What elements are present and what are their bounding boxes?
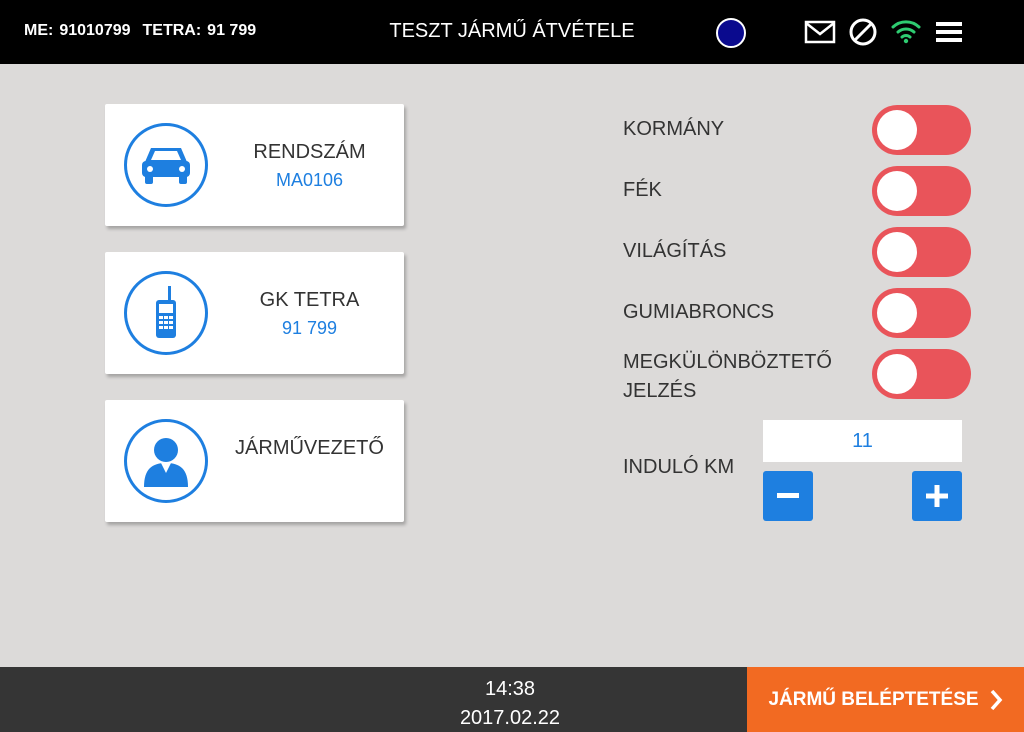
check-label-steering: KORMÁNY xyxy=(623,118,725,140)
tetra-label: TETRA: xyxy=(142,22,202,39)
menu-icon[interactable] xyxy=(933,16,965,48)
plus-icon xyxy=(926,485,948,507)
start-km-input[interactable] xyxy=(763,420,962,462)
decrement-button[interactable] xyxy=(763,471,813,521)
toggle-lighting[interactable] xyxy=(872,227,971,277)
chevron-right-icon xyxy=(990,689,1002,710)
minus-icon xyxy=(777,493,799,498)
tetra-value: 91 799 xyxy=(281,318,338,338)
toggle-tires[interactable] xyxy=(872,288,971,338)
tetra-value: 91 799 xyxy=(207,22,257,39)
toggle-knob xyxy=(877,110,917,150)
driver-label: JÁRMŰVEZETŐ xyxy=(235,437,384,459)
toggle-brake[interactable] xyxy=(872,166,971,216)
radio-icon xyxy=(124,271,208,355)
check-label-lighting: VILÁGÍTÁS xyxy=(623,240,727,262)
toggle-steering[interactable] xyxy=(872,105,971,155)
status-indicator[interactable] xyxy=(716,18,746,48)
driver-icon xyxy=(124,419,208,503)
check-label-emergency-signal: MEGKÜLÖNBÖZTETŐ JELZÉS xyxy=(623,351,832,402)
start-km-label: INDULÓ KM xyxy=(623,456,735,478)
top-bar: ME: 91010799 TETRA: 91 799 TESZT JÁRMŰ ÁTVÉ… xyxy=(0,0,1024,64)
check-label-brake: FÉK xyxy=(623,179,662,201)
vehicle-checkin-button[interactable]: JÁRMŰ BELÉPTETÉSE xyxy=(747,667,1024,732)
tetra-card[interactable]: GK TETRA 91 799 xyxy=(105,252,404,374)
tetra-label: GK TETRA xyxy=(259,289,360,311)
check-label-tires: GUMIABRONCS xyxy=(623,301,775,323)
mail-icon[interactable] xyxy=(804,16,836,48)
toggle-knob xyxy=(877,171,917,211)
toggle-knob xyxy=(877,293,917,333)
vehicle-checkin-label: JÁRMŰ BELÉPTETÉSE xyxy=(768,688,979,710)
increment-button[interactable] xyxy=(912,471,962,521)
plate-card[interactable]: RENDSZÁM MA0106 xyxy=(105,104,404,226)
wifi-icon[interactable] xyxy=(890,16,922,48)
driver-card[interactable]: JÁRMŰVEZETŐ xyxy=(105,400,404,522)
me-label: ME: xyxy=(24,22,54,39)
unit-info: ME: 91010799 TETRA: 91 799 xyxy=(24,22,262,40)
toggle-knob xyxy=(877,232,917,272)
toggle-emergency-signal[interactable] xyxy=(872,349,971,399)
plate-label: RENDSZÁM xyxy=(253,141,366,163)
car-icon xyxy=(124,123,208,207)
block-icon[interactable] xyxy=(847,16,879,48)
footer-bar: 14:38 2017.02.22 JÁRMŰ BELÉPTETÉSE xyxy=(0,667,1024,732)
me-value: 91010799 xyxy=(59,22,131,39)
plate-value: MA0106 xyxy=(275,170,344,190)
toggle-knob xyxy=(877,354,917,394)
